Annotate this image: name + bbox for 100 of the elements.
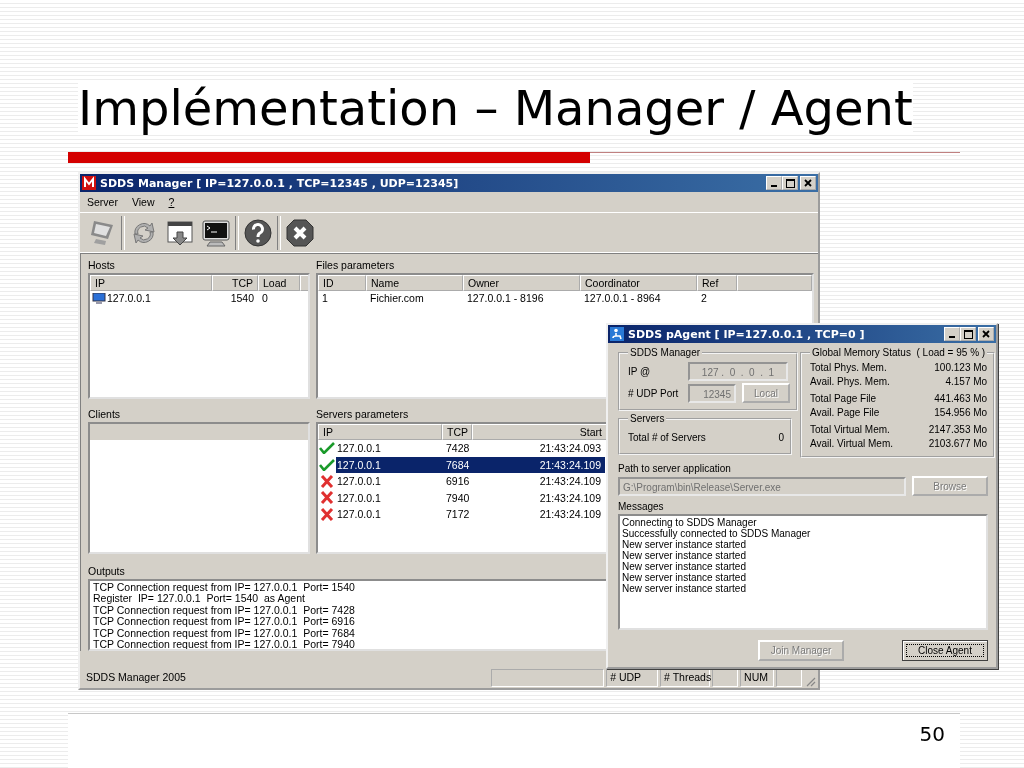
table-cell-text: Fichier.com <box>369 291 425 306</box>
close-icon <box>804 179 812 187</box>
column-header[interactable]: Load <box>258 275 300 291</box>
log-line: New server instance started <box>622 539 747 550</box>
table-cell-text: 6916 <box>445 474 471 489</box>
server-row[interactable]: 127.0.0.1 7172 21:43:24.109 <box>336 506 605 522</box>
table-cell-text: 7172 <box>445 507 471 522</box>
maximize-icon <box>785 178 795 188</box>
window-title: SDDS Manager [ IP=127.0.0.1 , TCP=12345 , UDP=12345] <box>100 176 459 190</box>
table-cell-text: 0 <box>261 291 269 306</box>
memory-value: 2103.677 Mo <box>928 437 988 451</box>
log-line: TCP Connection request from IP= 127.0.0.1 Port= 7684 <box>93 627 355 640</box>
column-header[interactable]: IP <box>318 424 442 440</box>
table-cell-text: 127.0.0.1 <box>336 507 382 522</box>
server-row[interactable]: 127.0.0.1 6916 21:43:24.109 <box>336 473 605 489</box>
close-button[interactable] <box>800 176 816 190</box>
memory-label: Avail. Page File <box>810 406 880 420</box>
column-header[interactable]: Ref <box>697 275 737 291</box>
field-label: Total # of Servers <box>628 431 706 443</box>
section-label: Hosts <box>88 258 115 273</box>
memory-label: Avail. Phys. Mem. <box>810 375 890 389</box>
table-cell-text: 1540 <box>229 291 255 306</box>
server-row[interactable]: 127.0.0.1 7428 21:43:24.093 <box>336 440 605 456</box>
field-label: IP @ <box>628 365 652 377</box>
table-cell-text: 127.0.0.1 <box>336 457 382 473</box>
cross-icon <box>320 491 334 505</box>
field-label: Path to server application <box>618 462 731 476</box>
section-label: Servers parameters <box>316 407 409 422</box>
server-row[interactable]: 127.0.0.1 7684 21:43:24.109 <box>336 456 605 473</box>
window-arrow-icon <box>165 218 195 248</box>
resize-grip-icon[interactable] <box>804 675 816 687</box>
column-header[interactable]: TCP <box>442 424 472 440</box>
memory-label: Total Phys. Mem. <box>810 361 887 375</box>
log-line: TCP Connection request from IP= 127.0.0.1 Port= 1540 <box>93 582 355 594</box>
maximize-button[interactable] <box>782 176 798 190</box>
column-header[interactable]: Coordinator <box>580 275 697 291</box>
log-line: New server instance started <box>622 561 747 572</box>
close-icon <box>982 330 990 338</box>
log-line: TCP Connection request from IP= 127.0.0.1 Port= 7428 <box>93 604 355 617</box>
memory-value: 154.956 Mo <box>934 406 988 420</box>
close-icon <box>285 218 315 248</box>
section-label: Clients <box>88 407 121 422</box>
memory-value: 2147.353 Mo <box>928 423 988 437</box>
table-cell-text: 7940 <box>445 490 471 506</box>
memory-label: Total Page File <box>810 392 877 406</box>
memory-value: 4.157 Mo <box>945 375 988 389</box>
group-label: Servers <box>629 413 666 424</box>
column-header[interactable]: Start <box>472 424 607 440</box>
table-cell: 127.0.0.1 <box>107 291 151 306</box>
section-label: Outputs <box>88 564 125 579</box>
column-header[interactable]: IP <box>90 275 212 291</box>
close-agent-button[interactable]: Close Agent <box>902 640 988 661</box>
column-header[interactable]: Name <box>366 275 463 291</box>
table-cell-text: 7684 <box>445 457 471 473</box>
log-line: Successfully connected to SDDS Manager <box>622 528 812 539</box>
minimize-button[interactable] <box>766 176 782 190</box>
maximize-icon <box>963 329 973 339</box>
terminal-icon <box>201 218 231 248</box>
help-icon <box>243 218 273 248</box>
section-label: Files parameters <box>316 258 395 273</box>
menu-item[interactable]: ? <box>167 196 176 208</box>
cross-icon <box>320 474 334 488</box>
group-label: Global Memory Status ( Load = 95 % ) <box>811 347 987 358</box>
table-cell-text: 21:43:24.093 <box>538 441 602 456</box>
close-button[interactable] <box>978 327 994 341</box>
cross-icon <box>320 507 334 521</box>
minimize-button[interactable] <box>944 327 960 341</box>
column-header[interactable]: Owner <box>463 275 580 291</box>
column-header[interactable]: ID <box>318 275 366 291</box>
table-cell-text: 21:43:24.109 <box>538 507 602 522</box>
table-cell-text: 127.0.0.1 - 8964 <box>583 291 662 306</box>
table-cell-text: 21:43:24.109 <box>538 457 602 473</box>
menu-item[interactable]: View <box>130 196 156 208</box>
status-text: SDDS Manager 2005 <box>85 670 187 685</box>
field-label: # UDP Port <box>628 387 680 399</box>
app-icon <box>82 176 96 190</box>
computer-icon <box>92 292 106 305</box>
log-line: Register IP= 127.0.0.1 Port= 1540 as Agent <box>93 593 305 605</box>
table-cell-text: 21:43:24.109 <box>538 474 602 489</box>
check-icon <box>319 458 335 471</box>
log-line: Connecting to SDDS Manager <box>622 517 758 528</box>
memory-value: 100.123 Mo <box>934 361 988 375</box>
maximize-button[interactable] <box>960 327 976 341</box>
table-cell-text: 127.0.0.1 - 8196 <box>466 291 545 306</box>
table-cell-text: 127.0.0.1 <box>336 474 382 489</box>
log-line: New server instance started <box>622 572 747 583</box>
group-label: SDDS Manager <box>629 347 702 358</box>
memory-value: 441.463 Mo <box>934 392 988 406</box>
memory-label: Avail. Virtual Mem. <box>810 437 893 451</box>
server-row[interactable]: 127.0.0.1 7940 21:43:24.109 <box>336 489 605 506</box>
slide-title: Implémentation – Manager / Agent <box>78 82 913 134</box>
page-number: 50 <box>919 722 945 748</box>
column-header[interactable]: TCP <box>212 275 258 291</box>
log-line: New server instance started <box>622 583 747 594</box>
table-cell-text: 127.0.0.1 <box>336 490 382 506</box>
check-icon <box>319 442 335 455</box>
window-title: SDDS pAgent [ IP=127.0.0.1 , TCP=0 ] <box>628 327 865 341</box>
field-label: Messages <box>618 500 664 514</box>
menu-item[interactable]: Server <box>86 196 119 208</box>
table-cell-text: 21:43:24.109 <box>538 490 602 506</box>
